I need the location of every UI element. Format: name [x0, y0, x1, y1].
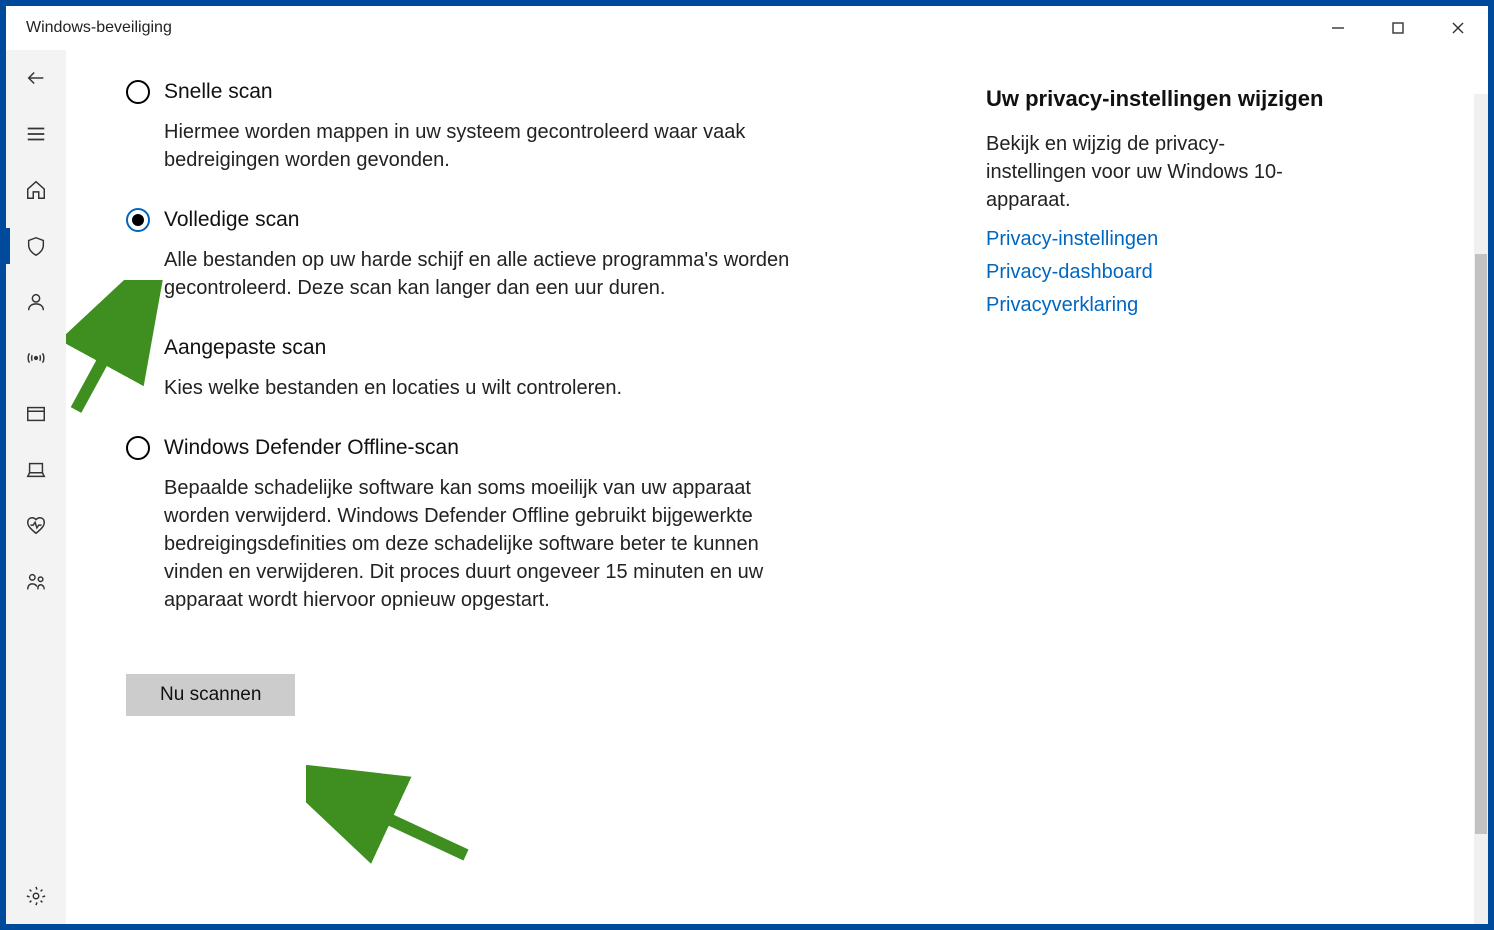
person-icon — [25, 291, 47, 313]
sidebar-item-settings[interactable] — [6, 868, 66, 924]
privacy-link-dashboard[interactable]: Privacy-dashboard — [986, 261, 1386, 284]
sidebar-item-virus-protection[interactable] — [6, 218, 66, 274]
titlebar: Windows-beveiliging — [6, 6, 1488, 50]
radio-circle-icon — [126, 80, 150, 104]
radio-offline-scan[interactable]: Windows Defender Offline-scan Bepaalde s… — [126, 436, 886, 614]
close-icon — [1451, 21, 1465, 35]
maximize-icon — [1391, 21, 1405, 35]
heart-icon — [25, 515, 47, 537]
back-button[interactable] — [6, 50, 66, 106]
scan-options-column: Snelle scan Hiermee worden mappen in uw … — [126, 80, 886, 894]
privacy-description: Bekijk en wijzig de privacy-instellingen… — [986, 130, 1316, 214]
antenna-icon — [25, 347, 47, 369]
radio-quick-scan[interactable]: Snelle scan Hiermee worden mappen in uw … — [126, 80, 886, 174]
sidebar-item-home[interactable] — [6, 162, 66, 218]
back-arrow-icon — [25, 67, 47, 89]
minimize-button[interactable] — [1308, 6, 1368, 50]
hamburger-menu-button[interactable] — [6, 106, 66, 162]
radio-label: Volledige scan — [164, 208, 299, 232]
body-area: Snelle scan Hiermee worden mappen in uw … — [6, 50, 1488, 924]
close-button[interactable] — [1428, 6, 1488, 50]
privacy-column: Uw privacy-instellingen wijzigen Bekijk … — [986, 80, 1386, 894]
scrollbar-track[interactable] — [1474, 94, 1488, 924]
radio-full-scan[interactable]: Volledige scan Alle bestanden op uw hard… — [126, 208, 886, 302]
hamburger-icon — [25, 123, 47, 145]
scan-now-button[interactable]: Nu scannen — [126, 674, 295, 716]
radio-circle-icon — [126, 336, 150, 360]
sidebar-item-account-protection[interactable] — [6, 274, 66, 330]
radio-circle-icon — [126, 436, 150, 460]
laptop-icon — [25, 459, 47, 481]
shield-icon — [25, 235, 47, 257]
sidebar — [6, 50, 66, 924]
radio-description: Hiermee worden mappen in uw systeem geco… — [164, 118, 804, 174]
privacy-link-statement[interactable]: Privacyverklaring — [986, 294, 1386, 317]
minimize-icon — [1331, 21, 1345, 35]
app-window-icon — [25, 403, 47, 425]
scrollbar-thumb[interactable] — [1475, 254, 1487, 834]
privacy-heading: Uw privacy-instellingen wijzigen — [986, 86, 1386, 112]
sidebar-item-device-security[interactable] — [6, 442, 66, 498]
radio-description: Bepaalde schadelijke software kan soms m… — [164, 474, 804, 614]
radio-circle-selected-icon — [126, 208, 150, 232]
privacy-link-settings[interactable]: Privacy-instellingen — [986, 228, 1386, 251]
radio-custom-scan[interactable]: Aangepaste scan Kies welke bestanden en … — [126, 336, 886, 402]
windows-security-window: Windows-beveiliging — [6, 6, 1488, 924]
family-icon — [25, 571, 47, 593]
radio-label: Snelle scan — [164, 80, 273, 104]
content-area: Snelle scan Hiermee worden mappen in uw … — [66, 50, 1488, 924]
maximize-button[interactable] — [1368, 6, 1428, 50]
sidebar-item-app-browser[interactable] — [6, 386, 66, 442]
sidebar-item-family-options[interactable] — [6, 554, 66, 610]
gear-icon — [25, 885, 47, 907]
window-title: Windows-beveiliging — [26, 19, 172, 37]
radio-label: Windows Defender Offline-scan — [164, 436, 459, 460]
radio-label: Aangepaste scan — [164, 336, 326, 360]
home-icon — [25, 179, 47, 201]
sidebar-item-firewall[interactable] — [6, 330, 66, 386]
sidebar-item-device-health[interactable] — [6, 498, 66, 554]
radio-description: Kies welke bestanden en locaties u wilt … — [164, 374, 804, 402]
radio-description: Alle bestanden op uw harde schijf en all… — [164, 246, 804, 302]
window-controls — [1308, 6, 1488, 50]
